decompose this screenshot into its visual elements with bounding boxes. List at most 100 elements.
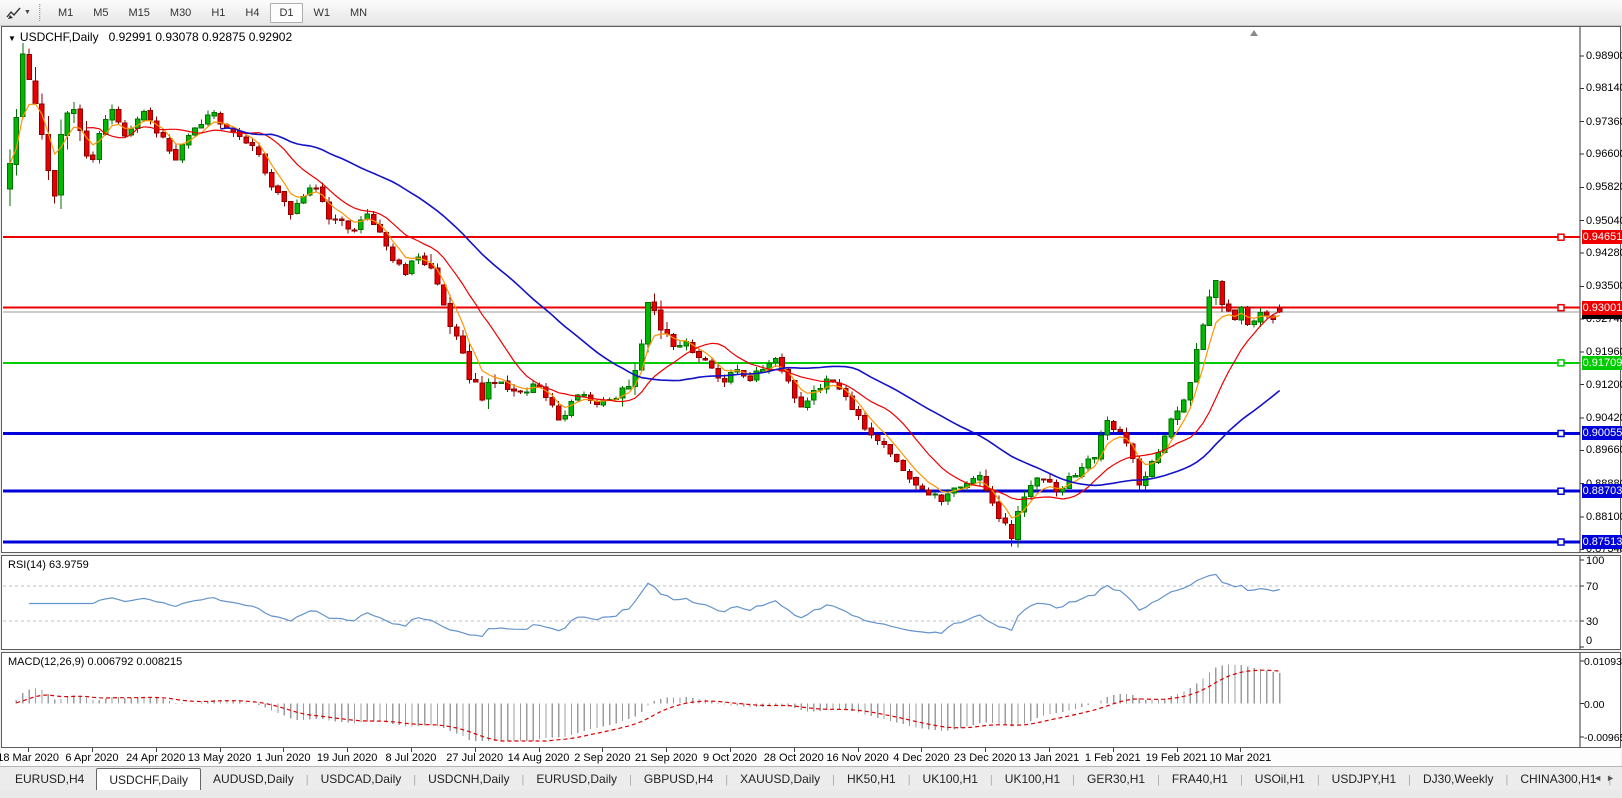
price-axis-tick: 0.95820 xyxy=(1586,181,1622,193)
date-label: 16 Nov 2020 xyxy=(826,752,888,764)
date-label: 1 Feb 2021 xyxy=(1085,752,1141,764)
chart-tab-EURUSD-H4[interactable]: EURUSD,H4 xyxy=(3,769,96,790)
macd-label: MACD(12,26,9) 0.006792 0.008215 xyxy=(8,656,182,668)
chart-tab-USDJPY-H1[interactable]: USDJPY,H1 xyxy=(1320,769,1408,790)
level-price-label: 0.93001 xyxy=(1582,301,1622,315)
timeframe-button-MN[interactable]: MN xyxy=(341,3,376,23)
date-label: 14 Aug 2020 xyxy=(508,752,570,764)
date-label: 6 Apr 2020 xyxy=(65,752,118,764)
date-label: 10 Mar 2021 xyxy=(1209,752,1271,764)
rsi-axis-tick: 30 xyxy=(1586,616,1622,628)
timeframe-button-H4[interactable]: H4 xyxy=(236,3,268,23)
price-chart-plot[interactable] xyxy=(2,27,1620,552)
timeframe-button-M15[interactable]: M15 xyxy=(120,3,159,23)
price-axis-tick: 0.91200 xyxy=(1586,379,1622,391)
chart-tab-USDCAD-Daily[interactable]: USDCAD,Daily xyxy=(309,769,414,790)
toolbar-dropdown-arrow[interactable]: ▼ xyxy=(24,9,31,16)
chart-tab-UK100-H1[interactable]: UK100,H1 xyxy=(993,769,1072,790)
price-axis-tick: 0.90420 xyxy=(1586,412,1622,424)
time-axis: 18 Mar 2020 6 Apr 2020 24 Apr 202013 May 2… xyxy=(1,748,1621,766)
chart-symbol-label: USDCHF,Daily xyxy=(20,30,99,44)
tab-scroll-arrows: ◄► xyxy=(1593,773,1619,783)
chart-tab-DJ30-Weekly[interactable]: DJ30,Weekly xyxy=(1411,769,1505,790)
macd-axis-tick: 0.010933 xyxy=(1584,656,1622,668)
chart-shift-marker[interactable] xyxy=(1250,30,1258,36)
level-price-label: 0.94651 xyxy=(1582,230,1622,244)
macd-signal-line xyxy=(16,670,1279,741)
price-axis-tick: 0.98140 xyxy=(1586,82,1622,94)
chart-tab-XAUUSD-Daily[interactable]: XAUUSD,Daily xyxy=(728,769,832,790)
macd-histogram xyxy=(16,665,1279,741)
chart-tab-AUDUSD-Daily[interactable]: AUDUSD,Daily xyxy=(201,769,306,790)
chart-tab-USOil-H1[interactable]: USOil,H1 xyxy=(1243,769,1317,790)
date-label: 23 Dec 2020 xyxy=(954,752,1016,764)
date-label: 21 Sep 2020 xyxy=(635,752,697,764)
mt4-window: ▼ M1M5M15M30H1H4D1W1MN ▼USDCHF,Daily0.92… xyxy=(0,0,1622,798)
chart-tabs: EURUSD,H4USDCHF,DailyAUDUSD,Daily|USDCAD… xyxy=(3,767,1622,790)
price-axis-tick: 0.96600 xyxy=(1586,148,1622,160)
price-axis-tick: 0.93500 xyxy=(1586,280,1622,292)
rsi-line xyxy=(29,574,1279,636)
chart-title: ▼USDCHF,Daily0.92991 0.93078 0.92875 0.9… xyxy=(8,30,292,44)
toolbar-grip[interactable] xyxy=(39,4,41,21)
macd-panel: MACD(12,26,9) 0.006792 0.008215 0.010933… xyxy=(1,652,1621,748)
macd-axis-tick: 0.00 xyxy=(1584,699,1622,711)
chart-tab-FRA40-H1[interactable]: FRA40,H1 xyxy=(1160,769,1240,790)
horizontal-level-lines xyxy=(3,234,1580,545)
chart-tab-EURUSD-Daily[interactable]: EURUSD,Daily xyxy=(524,769,629,790)
chart-title-dropdown-arrow[interactable]: ▼ xyxy=(8,34,16,43)
chart-cursor-icon[interactable] xyxy=(5,5,23,21)
tab-scroll-left-icon[interactable]: ◄ xyxy=(1593,773,1606,783)
chart-tab-GBPUSD-H4[interactable]: GBPUSD,H4 xyxy=(632,769,725,790)
macd-plot[interactable] xyxy=(2,653,1620,747)
level-price-label: 0.87513 xyxy=(1582,535,1622,549)
date-label: 1 Jun 2020 xyxy=(256,752,310,764)
price-axis-tick: 0.97360 xyxy=(1586,116,1622,128)
moving-average-ema5 xyxy=(10,104,1280,518)
macd-axis-tick: -0.009653 xyxy=(1584,732,1622,744)
rsi-axis-tick: 70 xyxy=(1586,581,1622,593)
window-bottom-strip xyxy=(0,790,1622,798)
level-price-label: 0.90055 xyxy=(1582,426,1622,440)
price-axis-tick: 0.94280 xyxy=(1586,247,1622,259)
date-label: 13 Jan 2021 xyxy=(1019,752,1080,764)
timeframe-buttons: M1M5M15M30H1H4D1W1MN xyxy=(48,3,377,23)
price-axis-tick: 0.95040 xyxy=(1586,215,1622,227)
date-label: 9 Oct 2020 xyxy=(703,752,757,764)
date-label: 4 Dec 2020 xyxy=(893,752,949,764)
date-label: 13 May 2020 xyxy=(188,752,252,764)
timeframe-button-M1[interactable]: M1 xyxy=(49,3,82,23)
rsi-plot[interactable] xyxy=(2,556,1620,649)
chart-tab-HK50-H1[interactable]: HK50,H1 xyxy=(835,769,908,790)
date-label: 28 Oct 2020 xyxy=(764,752,824,764)
timeframe-button-W1[interactable]: W1 xyxy=(305,3,340,23)
main-chart-panel: ▼USDCHF,Daily0.92991 0.93078 0.92875 0.9… xyxy=(1,26,1621,553)
rsi-label: RSI(14) 63.9759 xyxy=(8,559,89,571)
candlestick-series xyxy=(8,43,1282,547)
chart-tab-bar: EURUSD,H4USDCHF,DailyAUDUSD,Daily|USDCAD… xyxy=(0,766,1622,790)
date-label: 2 Sep 2020 xyxy=(574,752,630,764)
rsi-panel: RSI(14) 63.9759 100 70 30 0 xyxy=(1,555,1621,650)
level-price-label: 0.88703 xyxy=(1582,484,1622,498)
timeframe-button-H1[interactable]: H1 xyxy=(202,3,234,23)
rsi-axis-tick: 0 xyxy=(1586,635,1622,647)
timeframe-button-M5[interactable]: M5 xyxy=(84,3,117,23)
price-axis-tick: 0.89660 xyxy=(1586,444,1622,456)
date-label: 27 Jul 2020 xyxy=(446,752,503,764)
rsi-axis-tick: 100 xyxy=(1586,555,1622,567)
date-label: 18 Mar 2020 xyxy=(0,752,59,764)
date-label: 8 Jul 2020 xyxy=(386,752,437,764)
timeframe-button-M30[interactable]: M30 xyxy=(161,3,200,23)
price-axis-tick: 0.98900 xyxy=(1586,50,1622,62)
chart-tab-UK100-H1[interactable]: UK100,H1 xyxy=(911,769,990,790)
tab-scroll-right-icon[interactable]: ► xyxy=(1606,773,1619,783)
chart-tab-GER30-H1[interactable]: GER30,H1 xyxy=(1075,769,1157,790)
timeframe-toolbar: ▼ M1M5M15M30H1H4D1W1MN xyxy=(0,0,1622,26)
timeframe-button-D1[interactable]: D1 xyxy=(270,3,302,23)
level-price-label: 0.91709 xyxy=(1582,356,1622,370)
chart-tab-USDCNH-Daily[interactable]: USDCNH,Daily xyxy=(416,769,521,790)
date-label: 19 Jun 2020 xyxy=(317,752,378,764)
chart-tab-USDCHF-Daily[interactable]: USDCHF,Daily xyxy=(96,768,201,791)
date-label: 19 Feb 2021 xyxy=(1146,752,1208,764)
date-label: 24 Apr 2020 xyxy=(126,752,185,764)
